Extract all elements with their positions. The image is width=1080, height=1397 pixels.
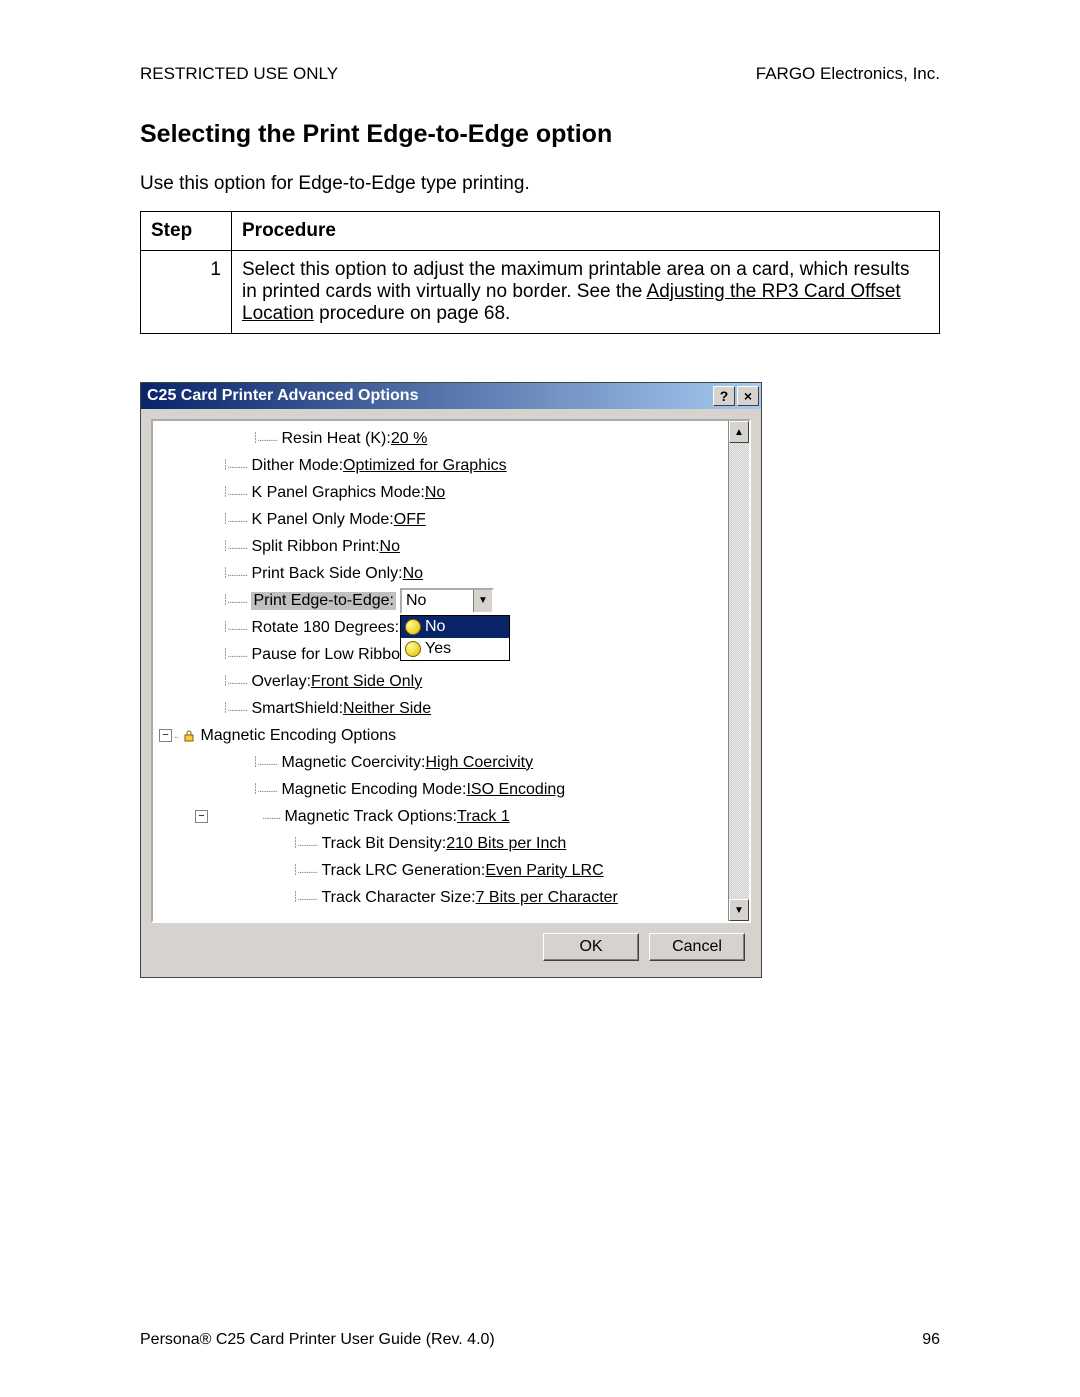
intro-text: Use this option for Edge-to-Edge type pr… bbox=[140, 173, 940, 195]
val-print-back: No bbox=[403, 565, 423, 583]
scroll-down-button[interactable]: ▼ bbox=[729, 899, 749, 921]
footer-left: Persona® C25 Card Printer User Guide (Re… bbox=[140, 1331, 495, 1349]
val-kpanel-graphics: No bbox=[425, 484, 445, 502]
cancel-button[interactable]: Cancel bbox=[649, 933, 745, 961]
vertical-scrollbar[interactable]: ▲ ▼ bbox=[728, 421, 749, 921]
val-dither: Optimized for Graphics bbox=[343, 457, 507, 475]
options-tree: ┊........... Resin Heat (K): 20 % ┊.....… bbox=[151, 419, 751, 923]
help-button[interactable]: ? bbox=[713, 386, 735, 406]
opt-mag-track[interactable]: Magnetic Track Options: bbox=[284, 808, 457, 826]
val-track-char: 7 Bits per Character bbox=[476, 889, 618, 907]
val-split-ribbon: No bbox=[380, 538, 400, 556]
opt-pause-low-ribbon[interactable]: Pause for Low Ribbon bbox=[251, 646, 408, 664]
dropdown-item-yes[interactable]: Yes bbox=[401, 638, 509, 660]
dialog-window: C25 Card Printer Advanced Options ? × ┊.… bbox=[140, 382, 762, 978]
expander-track[interactable]: − bbox=[195, 810, 208, 823]
scroll-up-button[interactable]: ▲ bbox=[729, 421, 749, 443]
val-smartshield: Neither Side bbox=[343, 700, 431, 718]
opt-print-back[interactable]: Print Back Side Only: bbox=[251, 565, 402, 583]
val-overlay: Front Side Only bbox=[311, 673, 422, 691]
col-step: Step bbox=[141, 212, 232, 251]
val-mag-track: Track 1 bbox=[457, 808, 510, 826]
col-procedure: Procedure bbox=[232, 212, 940, 251]
opt-overlay[interactable]: Overlay: bbox=[251, 673, 311, 691]
opt-resin-heat[interactable]: Resin Heat (K): bbox=[281, 430, 390, 448]
opt-mag-coercivity[interactable]: Magnetic Coercivity: bbox=[281, 754, 425, 772]
opt-magnetic-encoding[interactable]: Magnetic Encoding Options bbox=[200, 727, 396, 745]
opt-split-ribbon[interactable]: Split Ribbon Print: bbox=[251, 538, 379, 556]
val-mag-mode: ISO Encoding bbox=[466, 781, 565, 799]
val-track-density: 210 Bits per Inch bbox=[446, 835, 566, 853]
step-text: Select this option to adjust the maximum… bbox=[232, 251, 940, 334]
proc-text-b: procedure on page 68. bbox=[314, 303, 511, 324]
dd-yes-label: Yes bbox=[425, 640, 451, 658]
header-right: FARGO Electronics, Inc. bbox=[756, 64, 940, 84]
titlebar[interactable]: C25 Card Printer Advanced Options ? × bbox=[141, 383, 761, 409]
page-title: Selecting the Print Edge-to-Edge option bbox=[140, 120, 940, 149]
page-number: 96 bbox=[922, 1331, 940, 1349]
header-left: RESTRICTED USE ONLY bbox=[140, 64, 338, 84]
val-kpanel-only: OFF bbox=[394, 511, 426, 529]
opt-mag-mode[interactable]: Magnetic Encoding Mode: bbox=[281, 781, 466, 799]
procedure-table: Step Procedure 1 Select this option to a… bbox=[140, 211, 940, 334]
opt-track-char[interactable]: Track Character Size: bbox=[321, 889, 475, 907]
opt-kpanel-only[interactable]: K Panel Only Mode: bbox=[251, 511, 393, 529]
opt-edge-to-edge[interactable]: Print Edge-to-Edge: bbox=[251, 592, 396, 610]
edge-to-edge-dropdown: No Yes bbox=[400, 615, 510, 661]
val-resin-heat: 20 % bbox=[391, 430, 427, 448]
val-mag-coercivity: High Coercivity bbox=[426, 754, 534, 772]
opt-rotate-180[interactable]: Rotate 180 Degrees: bbox=[251, 619, 399, 637]
dialog-title: C25 Card Printer Advanced Options bbox=[147, 387, 418, 405]
dropdown-item-no[interactable]: No bbox=[401, 616, 509, 638]
dd-no-label: No bbox=[425, 618, 445, 636]
bulb-icon bbox=[405, 641, 421, 657]
opt-smartshield[interactable]: SmartShield: bbox=[251, 700, 343, 718]
edge-to-edge-combo[interactable]: No ▼ bbox=[400, 588, 494, 614]
close-button[interactable]: × bbox=[737, 386, 759, 406]
combo-value: No bbox=[402, 592, 473, 610]
ok-button[interactable]: OK bbox=[543, 933, 639, 961]
step-number: 1 bbox=[141, 251, 232, 334]
expander-magnetic[interactable]: − bbox=[159, 729, 172, 742]
opt-track-density[interactable]: Track Bit Density: bbox=[321, 835, 446, 853]
bulb-icon bbox=[405, 619, 421, 635]
combo-dropdown-button[interactable]: ▼ bbox=[473, 590, 492, 612]
lock-icon bbox=[182, 729, 196, 743]
val-track-lrc: Even Parity LRC bbox=[485, 862, 603, 880]
opt-kpanel-graphics[interactable]: K Panel Graphics Mode: bbox=[251, 484, 424, 502]
scroll-track[interactable] bbox=[729, 443, 749, 899]
opt-dither[interactable]: Dither Mode: bbox=[251, 457, 343, 475]
opt-track-lrc[interactable]: Track LRC Generation: bbox=[321, 862, 485, 880]
